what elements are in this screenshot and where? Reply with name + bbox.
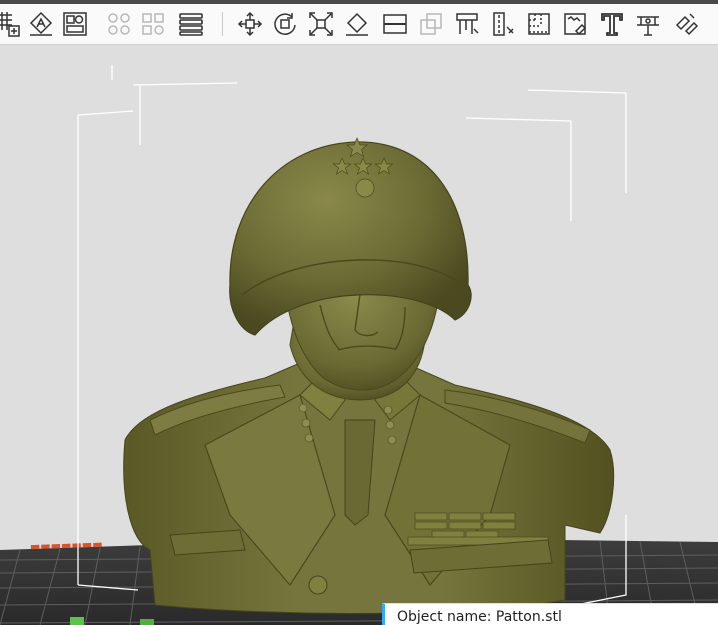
text-tool-icon: [601, 13, 623, 36]
mesh-boolean-icon: [420, 13, 442, 35]
fuzzy-skin-button[interactable]: [560, 10, 590, 38]
color-paint-button[interactable]: [524, 10, 554, 38]
layers-menu-icon: [179, 13, 203, 36]
assembly-icon: [675, 13, 699, 36]
bed-indicator-green-2: [140, 619, 154, 625]
color-paint-icon: [528, 13, 550, 35]
rotate-icon: [274, 13, 296, 35]
seam-paint-button[interactable]: [488, 10, 518, 38]
viewport-scene: ▬▬▬▬▬▬▬: [0, 65, 718, 625]
auto-orient-button[interactable]: [26, 10, 56, 38]
main-toolbar: [0, 4, 718, 45]
split-objects-icon: [108, 13, 130, 35]
lay-on-face-button[interactable]: [342, 10, 372, 38]
split-objects-button[interactable]: [104, 10, 134, 38]
rotate-button[interactable]: [270, 10, 300, 38]
bed-texture-mark: ▬▬▬▬▬▬▬: [30, 537, 103, 553]
assembly-button[interactable]: [672, 10, 702, 38]
lay-on-face-icon: [346, 12, 368, 36]
move-icon: [237, 11, 263, 37]
add-object-icon: [0, 12, 20, 37]
add-object-button[interactable]: [0, 10, 24, 38]
arrange-button[interactable]: [60, 10, 90, 38]
measure-button[interactable]: [633, 10, 663, 38]
split-parts-button[interactable]: [138, 10, 168, 38]
measure-icon: [637, 16, 659, 36]
text-tool-button[interactable]: [597, 10, 627, 38]
object-name-label: Object name: Patton.stl: [397, 609, 562, 625]
cut-button[interactable]: [380, 10, 410, 38]
toolbar-separator: [222, 12, 223, 36]
support-paint-icon: [456, 13, 479, 34]
fuzzy-skin-icon: [564, 13, 587, 36]
object-info-panel: Object name: Patton.stl: [382, 603, 718, 625]
bed-indicator-green: [70, 617, 84, 625]
cut-icon: [383, 14, 407, 34]
3d-viewport[interactable]: ▬▬▬▬▬▬▬: [0, 45, 718, 625]
patton-bust-model[interactable]: [123, 137, 615, 614]
layers-menu-button[interactable]: [176, 10, 206, 38]
seam-paint-icon: [493, 12, 514, 36]
mesh-boolean-button[interactable]: [416, 10, 446, 38]
scale-icon: [309, 12, 333, 36]
move-button[interactable]: [235, 10, 265, 38]
arrange-icon: [63, 12, 87, 36]
support-paint-button[interactable]: [452, 10, 482, 38]
auto-orient-icon: [29, 11, 53, 36]
split-parts-icon: [142, 13, 164, 35]
scale-button[interactable]: [306, 10, 336, 38]
